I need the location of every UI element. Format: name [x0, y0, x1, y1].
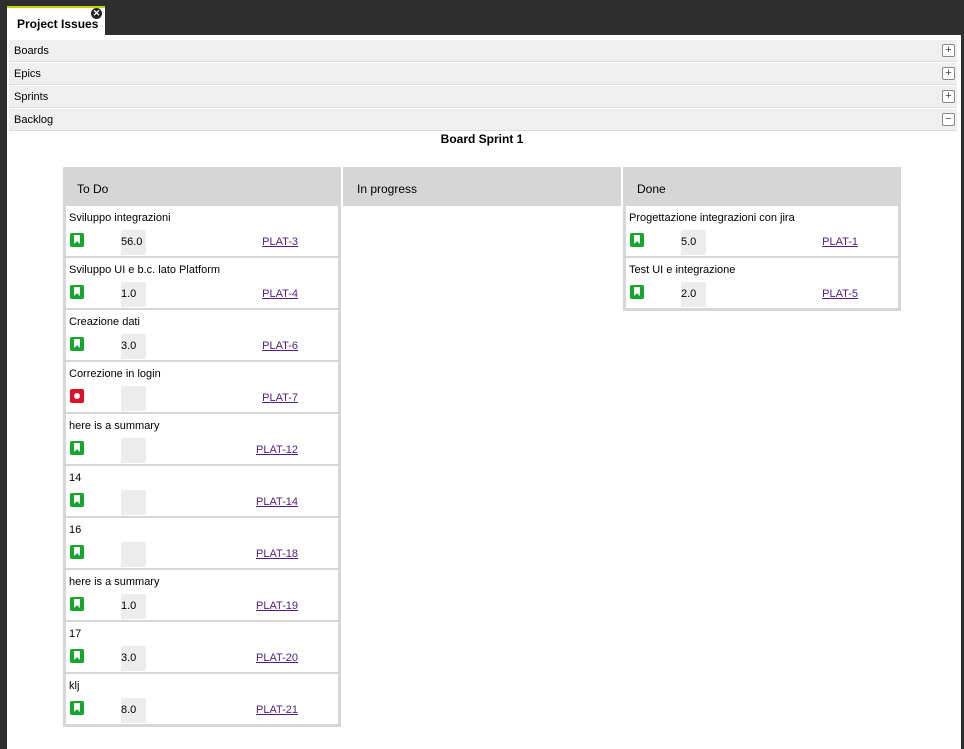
- estimate-field: 2.0: [681, 282, 706, 307]
- issue-card[interactable]: Sviluppo integrazioni 56.0 PLAT-3: [66, 206, 338, 256]
- board-column: Done Progettazione integrazioni con jira 5…: [623, 167, 901, 311]
- estimate-field: 56.0: [121, 230, 146, 255]
- issue-summary: 17: [69, 628, 82, 640]
- issue-summary: klj: [69, 680, 80, 692]
- tab-label: Project Issues: [17, 17, 99, 31]
- estimate-field: [121, 438, 146, 463]
- issue-summary: Creazione dati: [69, 316, 140, 328]
- accordion-label: Boards: [14, 45, 49, 57]
- estimate-value: 3.0: [121, 340, 137, 352]
- column-header: To Do: [77, 182, 109, 196]
- issue-card[interactable]: 17 3.0 PLAT-20: [66, 622, 338, 672]
- accordion-label: Backlog: [14, 114, 54, 126]
- estimate-value: 8.0: [121, 704, 137, 716]
- expand-icon[interactable]: +: [942, 67, 955, 80]
- board-title: Board Sprint 1: [440, 132, 524, 146]
- issue-key-link[interactable]: PLAT-1: [778, 236, 858, 248]
- estimate-field: [121, 386, 146, 411]
- issue-summary: Sviluppo UI e b.c. lato Platform: [69, 264, 221, 276]
- issue-summary: here is a summary: [69, 576, 160, 588]
- estimate-field: 3.0: [121, 646, 146, 671]
- accordion-label: Sprints: [14, 91, 49, 103]
- column-header: In progress: [357, 182, 418, 196]
- estimate-value: 5.0: [681, 236, 697, 248]
- issue-key-link[interactable]: PLAT-6: [218, 340, 298, 352]
- issue-key-link[interactable]: PLAT-20: [218, 652, 298, 664]
- issue-summary: Sviluppo integrazioni: [69, 212, 171, 224]
- close-icon[interactable]: ✕: [91, 8, 102, 19]
- estimate-field: [121, 490, 146, 515]
- story-icon: [630, 285, 644, 299]
- issue-card[interactable]: here is a summary 1.0 PLAT-19: [66, 570, 338, 620]
- issue-key-link[interactable]: PLAT-21: [218, 704, 298, 716]
- story-icon: [70, 545, 84, 559]
- collapse-icon[interactable]: −: [942, 113, 955, 126]
- story-icon: [70, 649, 84, 663]
- issue-card[interactable]: 14 PLAT-14: [66, 466, 338, 516]
- story-icon: [70, 285, 84, 299]
- tab-project-issues[interactable]: Project Issues: [7, 6, 105, 35]
- estimate-field: 1.0: [121, 282, 146, 307]
- issue-summary: here is a summary: [69, 420, 160, 432]
- story-icon: [70, 337, 84, 351]
- estimate-value: 56.0: [121, 236, 143, 248]
- board-column: To Do Sviluppo integrazioni 56.0 PLAT-3 Svil…: [63, 167, 341, 727]
- issue-key-link[interactable]: PLAT-7: [218, 392, 298, 404]
- issue-card[interactable]: Correzione in login PLAT-7: [66, 362, 338, 412]
- accordion-epics[interactable]: Epics +: [9, 63, 957, 85]
- accordion-boards[interactable]: Boards +: [9, 40, 957, 62]
- issue-summary: Correzione in login: [69, 368, 161, 380]
- estimate-field: 3.0: [121, 334, 146, 359]
- issue-key-link[interactable]: PLAT-5: [778, 288, 858, 300]
- estimate-field: [121, 542, 146, 567]
- story-icon: [70, 233, 84, 247]
- issue-card[interactable]: Creazione dati 3.0 PLAT-6: [66, 310, 338, 360]
- accordion-backlog[interactable]: Backlog −: [9, 109, 957, 131]
- issue-key-link[interactable]: PLAT-18: [218, 548, 298, 560]
- expand-icon[interactable]: +: [942, 90, 955, 103]
- issue-summary: 16: [69, 524, 82, 536]
- issue-key-link[interactable]: PLAT-12: [218, 444, 298, 456]
- issue-key-link[interactable]: PLAT-4: [218, 288, 298, 300]
- story-icon: [70, 441, 84, 455]
- accordion-sprints[interactable]: Sprints +: [9, 86, 957, 108]
- story-icon: [70, 597, 84, 611]
- estimate-value: 2.0: [681, 288, 697, 300]
- issue-summary: 14: [69, 472, 82, 484]
- expand-icon[interactable]: +: [942, 44, 955, 57]
- board-column: In progress: [343, 167, 621, 206]
- tab-bar: Project Issues ✕: [0, 0, 964, 35]
- issue-key-link[interactable]: PLAT-3: [218, 236, 298, 248]
- issue-card[interactable]: Test UI e integrazione 2.0 PLAT-5: [626, 258, 898, 308]
- bug-icon: [70, 389, 84, 403]
- issue-card[interactable]: 16 PLAT-18: [66, 518, 338, 568]
- issue-card[interactable]: klj 8.0 PLAT-21: [66, 674, 338, 724]
- issue-card[interactable]: Sviluppo UI e b.c. lato Platform 1.0 PLAT-…: [66, 258, 338, 308]
- story-icon: [630, 233, 644, 247]
- estimate-value: 1.0: [121, 600, 137, 612]
- issue-card[interactable]: Progettazione integrazioni con jira 5.0 PL…: [626, 206, 898, 256]
- column-header: Done: [637, 182, 666, 196]
- story-icon: [70, 493, 84, 507]
- issue-key-link[interactable]: PLAT-14: [218, 496, 298, 508]
- issue-summary: Progettazione integrazioni con jira: [629, 212, 795, 224]
- issue-card[interactable]: here is a summary PLAT-12: [66, 414, 338, 464]
- estimate-field: 8.0: [121, 698, 146, 723]
- accordion-label: Epics: [14, 68, 41, 80]
- estimate-field: 1.0: [121, 594, 146, 619]
- main-panel: Boards + Epics + Sprints + Backlog − Boa…: [7, 35, 961, 749]
- story-icon: [70, 701, 84, 715]
- estimate-value: 3.0: [121, 652, 137, 664]
- estimate-field: 5.0: [681, 230, 706, 255]
- estimate-value: 1.0: [121, 288, 137, 300]
- issue-summary: Test UI e integrazione: [629, 264, 736, 276]
- issue-key-link[interactable]: PLAT-19: [218, 600, 298, 612]
